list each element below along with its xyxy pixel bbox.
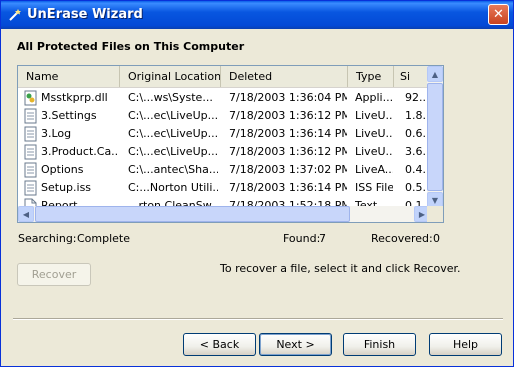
file-size: 0.6...: [405, 127, 429, 140]
table-row[interactable]: Msstkprp.dll C:\...ws\Syste... 7/18/2003…: [18, 89, 430, 107]
file-type: ISS File: [355, 181, 393, 194]
found-label: Found:: [283, 232, 321, 245]
text-file-icon: [24, 108, 37, 124]
file-deleted: 7/18/2003 1:36:12 PM: [229, 109, 347, 122]
file-deleted: 7/18/2003 1:36:04 PM: [229, 91, 347, 104]
protected-files-list[interactable]: Name Original Location Deleted Type Si M…: [17, 65, 444, 223]
file-deleted: 7/18/2003 1:37:02 PM: [229, 163, 347, 176]
title-bar[interactable]: UnErase Wizard ✕: [1, 1, 513, 29]
file-name: 3.Settings: [41, 109, 97, 122]
list-header: Name Original Location Deleted Type Si: [18, 66, 430, 88]
file-size: 92....: [405, 91, 429, 104]
scroll-up-button[interactable]: ▲: [427, 66, 443, 82]
horizontal-scrollbar[interactable]: ◀ ▶: [18, 206, 430, 222]
table-row[interactable]: 3.Product.Ca... C:\...ec\LiveUp... 7/18/…: [18, 143, 430, 161]
divider: [13, 318, 503, 320]
file-name: Setup.iss: [41, 181, 92, 194]
scroll-corner: [427, 206, 443, 222]
chevron-right-icon: ▶: [418, 209, 426, 219]
text-file-icon: [24, 144, 37, 160]
file-type: LiveU...: [355, 109, 393, 122]
file-type: Appli...: [355, 91, 393, 104]
text-file-icon: [24, 180, 37, 196]
column-header-size[interactable]: Si: [394, 66, 430, 87]
next-button[interactable]: Next >: [259, 333, 332, 356]
file-name: 3.Product.Ca...: [41, 145, 119, 158]
unerase-wizard-window: UnErase Wizard ✕ All Protected Files on …: [0, 0, 514, 367]
file-deleted: 7/18/2003 1:36:12 PM: [229, 145, 347, 158]
file-size: 0.5...: [405, 181, 429, 194]
file-location: C:...Norton Utili...: [128, 181, 218, 194]
searching-value: Complete: [77, 232, 131, 245]
file-deleted: 7/18/2003 1:36:14 PM: [229, 181, 347, 194]
file-type: LiveA...: [355, 163, 393, 176]
vertical-scrollbar[interactable]: ▲ ▼: [427, 66, 443, 208]
file-name: Msstkprp.dll: [41, 91, 108, 104]
column-header-original-location[interactable]: Original Location: [120, 66, 221, 87]
table-row[interactable]: 3.Log C:\...ec\LiveUp... 7/18/2003 1:36:…: [18, 125, 430, 143]
help-button[interactable]: Help: [429, 333, 502, 356]
column-header-name[interactable]: Name: [18, 66, 120, 87]
file-location: C:\...antec\Sha...: [128, 163, 218, 176]
recovered-value: 0: [433, 232, 440, 245]
recovered-label: Recovered:: [371, 232, 433, 245]
table-row[interactable]: Setup.iss C:...Norton Utili... 7/18/2003…: [18, 179, 430, 197]
window-title: UnErase Wizard: [27, 7, 143, 22]
chevron-down-icon: ▼: [431, 195, 439, 205]
file-size: 3.6...: [405, 145, 429, 158]
file-name: 3.Log: [41, 127, 72, 140]
close-icon: ✕: [493, 7, 504, 22]
recover-button[interactable]: Recover: [17, 263, 91, 286]
close-button[interactable]: ✕: [488, 4, 509, 25]
page-heading: All Protected Files on This Computer: [17, 40, 245, 53]
file-type: LiveU...: [355, 145, 393, 158]
chevron-up-icon: ▲: [431, 69, 439, 79]
table-row[interactable]: Options C:\...antec\Sha... 7/18/2003 1:3…: [18, 161, 430, 179]
file-location: C:\...ec\LiveUp...: [128, 109, 218, 122]
finish-button[interactable]: Finish: [343, 333, 416, 356]
column-header-deleted[interactable]: Deleted: [221, 66, 348, 87]
scroll-left-button[interactable]: ◀: [18, 206, 34, 222]
file-name: Options: [41, 163, 84, 176]
text-file-icon: [24, 126, 37, 142]
file-type: LiveU...: [355, 127, 393, 140]
found-value: 7: [319, 232, 326, 245]
vertical-scroll-thumb[interactable]: [427, 83, 443, 191]
recover-hint: To recover a file, select it and click R…: [220, 262, 461, 275]
wizard-wand-icon: [9, 9, 21, 21]
dll-file-icon: [24, 90, 37, 106]
file-location: C:\...ec\LiveUp...: [128, 145, 218, 158]
column-header-type[interactable]: Type: [348, 66, 394, 87]
file-location: C:\...ws\Syste...: [128, 91, 213, 104]
file-deleted: 7/18/2003 1:36:14 PM: [229, 127, 347, 140]
file-size: 0.4...: [405, 163, 429, 176]
searching-label: Searching:: [18, 232, 77, 245]
horizontal-scroll-thumb[interactable]: [35, 206, 350, 222]
chevron-left-icon: ◀: [22, 209, 30, 219]
file-location: C:\...ec\LiveUp...: [128, 127, 218, 140]
text-file-icon: [24, 162, 37, 178]
file-size: 1.8...: [405, 109, 429, 122]
back-button[interactable]: < Back: [183, 333, 256, 356]
table-row[interactable]: 3.Settings C:\...ec\LiveUp... 7/18/2003 …: [18, 107, 430, 125]
